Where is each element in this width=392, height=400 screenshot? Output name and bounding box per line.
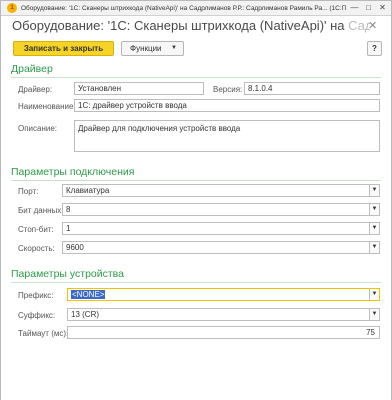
prefix-value: <NONE> (71, 290, 106, 299)
driver-field[interactable]: Установлен (74, 82, 204, 95)
name-field[interactable]: 1С: драйвер устройств ввода (74, 99, 380, 112)
speed-label: Скорость: (18, 244, 55, 253)
prefix-label: Префикс: (18, 291, 54, 300)
speed-select[interactable]: 9600 ▼ (62, 241, 380, 254)
window-title: Оборудование: '1С: Сканеры штрихкода (Na… (21, 4, 346, 12)
help-button[interactable]: ? (367, 41, 382, 56)
title-bar: 1 Оборудование: '1С: Сканеры штрихкода (… (1, 1, 391, 16)
close-icon[interactable]: ✕ (377, 2, 388, 13)
equipment-window: 1 Оборудование: '1С: Сканеры штрихкода (… (0, 0, 392, 400)
section-title-driver: Драйвер (11, 63, 53, 75)
app-logo-icon: 1 (7, 3, 17, 13)
suffix-select[interactable]: 13 (CR) ▼ (67, 308, 380, 321)
databits-select[interactable]: 8 ▼ (62, 203, 380, 216)
version-label: Версия: (213, 85, 243, 94)
section-divider (11, 282, 381, 283)
chevron-down-icon[interactable]: ▼ (369, 204, 379, 215)
form-close-icon[interactable]: ✕ (368, 19, 377, 32)
suffix-label: Суффикс: (18, 311, 56, 320)
chevron-down-icon[interactable]: ▼ (369, 309, 379, 320)
databits-value: 8 (66, 205, 71, 214)
section-divider (11, 180, 381, 181)
speed-value: 9600 (66, 243, 84, 252)
timeout-field[interactable]: 75 (67, 326, 380, 339)
functions-button[interactable]: Функции ▼ (121, 41, 184, 56)
stopbits-label: Стоп-бит: (18, 225, 54, 234)
chevron-down-icon[interactable]: ▼ (369, 223, 379, 234)
prefix-select[interactable]: <NONE> ▼ (67, 288, 380, 301)
port-value: Клавиатура (66, 186, 110, 195)
page-title-fade: Садрли (348, 18, 370, 33)
chevron-down-icon[interactable]: ▼ (369, 242, 379, 253)
stopbits-select[interactable]: 1 ▼ (62, 222, 380, 235)
port-label: Порт: (18, 187, 39, 196)
maximize-icon[interactable]: □ (363, 2, 374, 13)
chevron-down-icon[interactable]: ▼ (369, 185, 379, 196)
window-controls: — □ ✕ (349, 2, 388, 13)
port-select[interactable]: Клавиатура ▼ (62, 184, 380, 197)
status-area (1, 385, 391, 400)
minimize-icon[interactable]: — (349, 2, 360, 13)
version-field[interactable]: 8.1.0.4 (244, 82, 380, 95)
section-title-connection: Параметры подключения (11, 166, 135, 178)
save-and-close-button[interactable]: Записать и закрыть (13, 41, 114, 56)
databits-label: Бит данных: (18, 206, 64, 215)
driver-label: Драйвер: (18, 85, 53, 94)
name-label: Наименование: (18, 102, 76, 111)
page-title-text: Оборудование: '1С: Сканеры штрихкода (Na… (12, 18, 345, 33)
stopbits-value: 1 (66, 224, 71, 233)
section-divider (11, 77, 381, 78)
section-title-device: Параметры устройства (11, 268, 124, 280)
chevron-down-icon: ▼ (171, 45, 177, 51)
functions-button-label: Функции (130, 44, 162, 53)
timeout-label: Таймаут (мс): (18, 329, 69, 338)
description-field[interactable]: Драйвер для подключения устройств ввода (74, 120, 380, 152)
chevron-down-icon[interactable]: ▼ (369, 289, 379, 300)
page-title: Оборудование: '1С: Сканеры штрихкода (Na… (12, 18, 370, 33)
suffix-value: 13 (CR) (71, 310, 100, 319)
description-label: Описание: (18, 124, 58, 133)
